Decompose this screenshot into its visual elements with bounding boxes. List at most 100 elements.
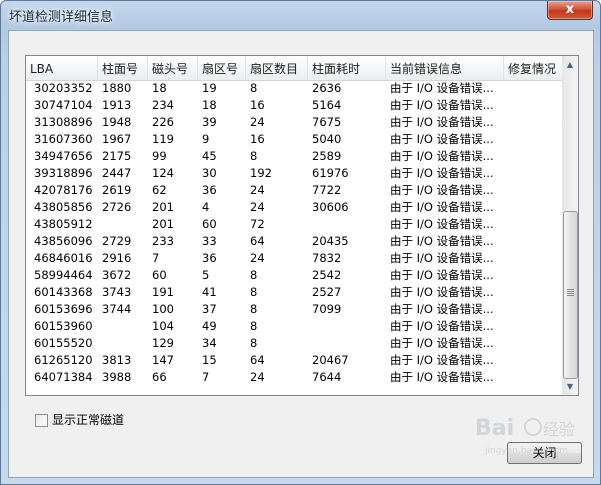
table-cell: 3743	[102, 285, 132, 299]
table-cell: 8	[250, 81, 258, 95]
table-cell: 7	[202, 370, 210, 384]
table-row[interactable]: 43805912 201 60 72 由于 I/O 设备错误...	[26, 216, 562, 233]
table-cell: 39318896	[34, 166, 93, 180]
table-cell: 201	[152, 200, 174, 214]
scrollbar-thumb[interactable]	[563, 211, 578, 379]
table-cell: 3988	[102, 370, 132, 384]
window-title: 坏道检测详细信息	[9, 10, 114, 25]
close-button[interactable]: 关闭	[507, 442, 582, 464]
table-row[interactable]: 58994464 3672 60 5 8 2542 由于 I/O 设备错误...	[26, 267, 562, 284]
column-header-cylinder[interactable]: 柱面号	[98, 56, 148, 80]
table-cell: 3744	[102, 302, 132, 316]
table-cell: 7675	[312, 115, 342, 129]
table-row[interactable]: 60153960 104 49 8 由于 I/O 设备错误...	[26, 318, 562, 335]
table-cell	[504, 301, 562, 318]
table-cell: 2619	[102, 183, 132, 197]
column-header-sector-count[interactable]: 扇区数目	[246, 56, 308, 80]
table-cell	[504, 182, 562, 199]
table-cell: 8	[250, 285, 258, 299]
table-row[interactable]: 60155520 129 34 8 由于 I/O 设备错误...	[26, 335, 562, 352]
table-row[interactable]: 31308896 1948 226 39 24 7675 由于 I/O 设备错误...	[26, 114, 562, 131]
table-cell	[504, 352, 562, 369]
table-cell: 7832	[312, 251, 342, 265]
table-row[interactable]: 31607360 1967 119 9 16 5040 由于 I/O 设备错误...	[26, 131, 562, 148]
bad-track-list[interactable]: LBA 柱面号 磁头号 扇区号 扇区数目 柱面耗时 当前错误信息 修复情况 30…	[25, 55, 579, 396]
table-cell	[504, 114, 562, 131]
table-row[interactable]: 39318896 2447 124 30 192 61976 由于 I/O 设备错误...	[26, 165, 562, 182]
table-row[interactable]: 46846016 2916 7 36 24 7832 由于 I/O 设备错误...	[26, 250, 562, 267]
table-cell: 64071384	[34, 370, 93, 384]
column-header-cylinder-time[interactable]: 柱面耗时	[308, 56, 386, 80]
column-header-head[interactable]: 磁头号	[148, 56, 198, 80]
table-row[interactable]: 60143368 3743 191 41 8 2527 由于 I/O 设备错误...	[26, 284, 562, 301]
table-row[interactable]: 42078176 2619 62 36 24 7722 由于 I/O 设备错误...	[26, 182, 562, 199]
title-bar[interactable]: 坏道检测详细信息 x	[1, 1, 600, 29]
vertical-scrollbar[interactable]: ▲ ▼	[562, 56, 578, 395]
table-cell	[504, 131, 562, 148]
table-row[interactable]: 43856096 2729 233 33 64 20435 由于 I/O 设备错误...	[26, 233, 562, 250]
table-cell: 2542	[312, 268, 342, 282]
table-cell	[504, 267, 562, 284]
table-cell: 5040	[312, 132, 342, 146]
table-cell: 1880	[102, 81, 132, 95]
table-cell	[308, 335, 386, 352]
table-row[interactable]: 61265120 3813 147 15 64 20467 由于 I/O 设备错误...	[26, 352, 562, 369]
table-cell	[504, 80, 562, 97]
table-row[interactable]: 43805856 2726 201 4 24 30606 由于 I/O 设备错误...	[26, 199, 562, 216]
table-cell: 2726	[102, 200, 132, 214]
table-cell	[98, 216, 148, 233]
show-normal-tracks-checkbox[interactable]	[35, 414, 48, 427]
column-header-lba[interactable]: LBA	[26, 56, 98, 80]
table-cell: 226	[152, 115, 174, 129]
column-header-repair-status[interactable]: 修复情况	[504, 56, 562, 80]
table-cell: 60143368	[34, 285, 93, 299]
table-cell: 43856096	[34, 234, 93, 248]
table-cell: 30606	[312, 200, 349, 214]
table-cell: 64	[250, 234, 265, 248]
table-cell: 30747104	[34, 98, 93, 112]
table-cell: 39	[202, 115, 217, 129]
table-cell: 7099	[312, 302, 342, 316]
show-normal-tracks-label[interactable]: 显示正常磁道	[52, 413, 124, 428]
table-cell: 由于 I/O 设备错误...	[390, 302, 494, 316]
table-cell: 119	[152, 132, 174, 146]
table-cell	[308, 318, 386, 335]
table-row[interactable]: 34947656 2175 99 45 8 2589 由于 I/O 设备错误...	[26, 148, 562, 165]
table-row[interactable]: 30747104 1913 234 18 16 5164 由于 I/O 设备错误...	[26, 97, 562, 114]
table-cell: 33	[202, 234, 217, 248]
table-cell: 8	[250, 336, 258, 350]
table-cell: 由于 I/O 设备错误...	[390, 268, 494, 282]
list-rows: 30203352 1880 18 19 8 2636 由于 I/O 设备错误... 30747…	[26, 80, 562, 386]
table-cell: 60153960	[34, 319, 93, 333]
table-cell	[98, 335, 148, 352]
column-header-error-info[interactable]: 当前错误信息	[386, 56, 504, 80]
table-row[interactable]: 60153696 3744 100 37 8 7099 由于 I/O 设备错误...	[26, 301, 562, 318]
table-cell: 31607360	[34, 132, 93, 146]
table-cell: 由于 I/O 设备错误...	[390, 336, 494, 350]
table-cell: 34	[202, 336, 217, 350]
table-cell	[504, 148, 562, 165]
table-cell: 233	[152, 234, 174, 248]
table-cell	[504, 318, 562, 335]
table-cell: 192	[250, 166, 272, 180]
table-cell: 由于 I/O 设备错误...	[390, 370, 494, 384]
table-cell: 由于 I/O 设备错误...	[390, 115, 494, 129]
close-icon: x	[565, 2, 575, 17]
table-cell: 49	[202, 319, 217, 333]
table-cell: 61265120	[34, 353, 93, 367]
table-row[interactable]: 64071384 3988 66 7 24 7644 由于 I/O 设备错误...	[26, 369, 562, 386]
table-cell: 20435	[312, 234, 349, 248]
table-cell	[504, 284, 562, 301]
table-cell: 34947656	[34, 149, 93, 163]
table-cell: 124	[152, 166, 174, 180]
table-cell: 37	[202, 302, 217, 316]
table-cell	[504, 97, 562, 114]
scroll-up-arrow-icon[interactable]: ▲	[562, 56, 578, 73]
window-close-button[interactable]: x	[547, 1, 593, 20]
table-cell: 41	[202, 285, 217, 299]
table-row[interactable]: 30203352 1880 18 19 8 2636 由于 I/O 设备错误...	[26, 80, 562, 97]
column-header-sector[interactable]: 扇区号	[198, 56, 246, 80]
table-cell: 30	[202, 166, 217, 180]
table-cell: 60	[202, 217, 217, 231]
scroll-down-arrow-icon[interactable]: ▼	[562, 378, 578, 395]
